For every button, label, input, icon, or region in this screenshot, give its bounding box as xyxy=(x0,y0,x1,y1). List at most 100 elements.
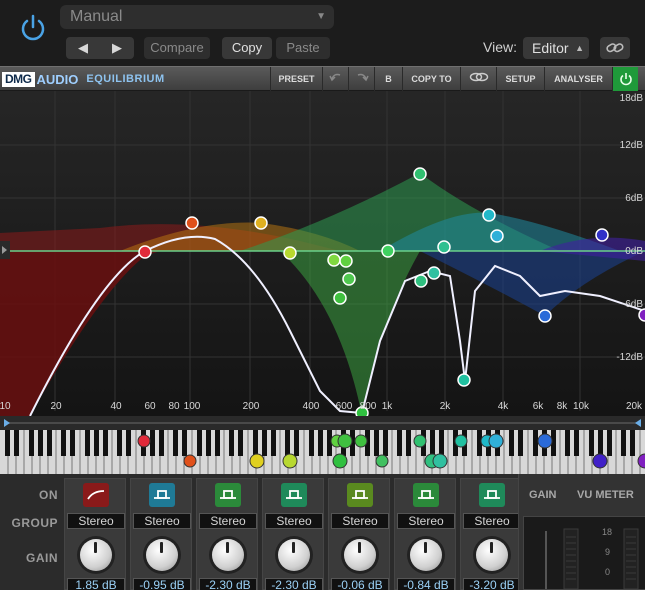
band-2-on-button[interactable] xyxy=(149,483,175,507)
bypass-power-button[interactable] xyxy=(14,10,52,46)
vu-meter: 18 9 0 xyxy=(523,516,645,590)
analyser-button[interactable]: ANALYSER xyxy=(544,67,612,91)
band-7-gain-value[interactable]: -3.20 dB xyxy=(463,578,521,590)
band-handle-2[interactable] xyxy=(185,216,199,230)
preset-select[interactable]: Manual ▼ xyxy=(60,5,334,29)
band-6-gain-knob[interactable] xyxy=(410,539,442,571)
next-preset-button[interactable]: ▶ xyxy=(100,37,134,59)
link-button[interactable] xyxy=(600,37,630,59)
band-1-on-button[interactable] xyxy=(83,483,109,507)
band-5-on-button[interactable] xyxy=(347,483,373,507)
band-handle-1[interactable] xyxy=(138,245,152,259)
band-3-gain-knob[interactable] xyxy=(212,539,244,571)
piano-keys xyxy=(0,430,645,474)
eq-graph-canvas[interactable]: 18dB 12dB 6dB 0dB -6dB -12dB 10 20 40 60… xyxy=(0,91,645,416)
setup-button[interactable]: SETUP xyxy=(496,67,544,91)
redo-icon xyxy=(357,73,369,82)
stereo-link-icon xyxy=(469,72,488,82)
eq-graph[interactable]: 18dB 12dB 6dB 0dB -6dB -12dB 10 20 40 60… xyxy=(0,91,645,416)
band-strip-6: Stereo -0.84 dB xyxy=(394,478,456,590)
band-7-group-select[interactable]: Stereo xyxy=(463,513,521,529)
band-handle-10[interactable] xyxy=(381,244,395,258)
graph-scroll-left-button[interactable] xyxy=(0,241,10,259)
db-label: -6dB xyxy=(622,299,643,310)
frequency-range-slider[interactable] xyxy=(0,416,645,430)
band-5-gain-value[interactable]: -0.06 dB xyxy=(331,578,389,590)
freq-label: 100 xyxy=(184,401,201,412)
copy-to-button[interactable]: COPY TO xyxy=(402,67,460,91)
compare-button[interactable]: Compare xyxy=(144,37,210,59)
band-2-gain-value[interactable]: -0.95 dB xyxy=(133,578,191,590)
band-4-on-button[interactable] xyxy=(281,483,307,507)
band-2-gain-knob[interactable] xyxy=(146,539,178,571)
band-handle-3[interactable] xyxy=(254,216,268,230)
band-3-on-button[interactable] xyxy=(215,483,241,507)
band-handle-4[interactable] xyxy=(283,246,297,260)
band-1-group-select[interactable]: Stereo xyxy=(67,513,125,529)
band-handle-8[interactable] xyxy=(333,291,347,305)
band-3-group-select[interactable]: Stereo xyxy=(199,513,257,529)
updown-chevron-icon: ▲ xyxy=(575,43,584,53)
band-handle-14[interactable] xyxy=(437,240,451,254)
band-handle-17[interactable] xyxy=(490,229,504,243)
band-3-gain-value[interactable]: -2.30 dB xyxy=(199,578,257,590)
band-2-group-select[interactable]: Stereo xyxy=(133,513,191,529)
freq-label: 20 xyxy=(50,401,62,412)
ab-b-button[interactable]: B xyxy=(374,67,402,91)
paste-button[interactable]: Paste xyxy=(276,37,330,59)
freq-label: 10k xyxy=(573,401,590,412)
redo-button[interactable] xyxy=(348,67,374,91)
freq-label: 2k xyxy=(440,401,452,412)
link-icon xyxy=(606,43,624,53)
band-handle-12[interactable] xyxy=(414,274,428,288)
view-select[interactable]: Editor ▲ xyxy=(523,37,589,59)
bell-band-icon xyxy=(286,490,302,499)
band-5-group-select[interactable]: Stereo xyxy=(331,513,389,529)
band-handle-16[interactable] xyxy=(482,208,496,222)
undo-icon xyxy=(328,73,340,82)
band-strip-1: Stereo 1.85 dB xyxy=(64,478,126,590)
band-6-group-select[interactable]: Stereo xyxy=(397,513,455,529)
gain-row-label: GAIN xyxy=(26,551,58,565)
band-6-on-button[interactable] xyxy=(413,483,439,507)
low-shelf-icon xyxy=(87,490,105,500)
copy-button[interactable]: Copy xyxy=(222,37,272,59)
link-channels-button[interactable] xyxy=(460,67,496,91)
band-6-gain-value[interactable]: -0.84 dB xyxy=(397,578,455,590)
band-4-gain-value[interactable]: -2.30 dB xyxy=(265,578,323,590)
band-handle-11[interactable] xyxy=(413,167,427,181)
piano-keyboard[interactable] xyxy=(0,430,645,474)
band-handle-13[interactable] xyxy=(427,266,441,280)
plugin-power-button[interactable] xyxy=(612,67,638,91)
band-handle-15[interactable] xyxy=(457,373,471,387)
chevron-right-icon xyxy=(2,246,7,254)
preset-menu-button[interactable]: PRESET xyxy=(270,67,322,91)
band-handle-20[interactable] xyxy=(638,308,645,322)
band-4-gain-knob[interactable] xyxy=(278,539,310,571)
band-7-gain-knob[interactable] xyxy=(476,539,508,571)
freq-label: 8k xyxy=(557,401,569,412)
band-handle-18[interactable] xyxy=(538,309,552,323)
db-label: 18dB xyxy=(620,93,644,104)
band-strip-7: Stereo -3.20 dB xyxy=(460,478,522,590)
power-icon xyxy=(619,73,632,86)
freq-label: 400 xyxy=(303,401,320,412)
range-track xyxy=(4,419,641,427)
band-handle-6[interactable] xyxy=(339,254,353,268)
freq-label: 20k xyxy=(626,401,643,412)
view-label: View: xyxy=(483,39,517,55)
undo-button[interactable] xyxy=(322,67,348,91)
band-7-on-button[interactable] xyxy=(479,483,505,507)
brand-audio: AUDIO xyxy=(36,71,79,87)
band-1-gain-knob[interactable] xyxy=(80,539,112,571)
gain-meter-label: GAIN xyxy=(529,489,557,501)
band-handle-19[interactable] xyxy=(595,228,609,242)
band-handle-7[interactable] xyxy=(342,272,356,286)
band-5-gain-knob[interactable] xyxy=(344,539,376,571)
previous-preset-button[interactable]: ◀ xyxy=(66,37,100,59)
band-4-group-select[interactable]: Stereo xyxy=(265,513,323,529)
freq-label: 40 xyxy=(110,401,122,412)
band-1-gain-value[interactable]: 1.85 dB xyxy=(67,578,125,590)
band-handle-5[interactable] xyxy=(327,253,341,267)
group-row-label: GROUP xyxy=(11,516,58,530)
